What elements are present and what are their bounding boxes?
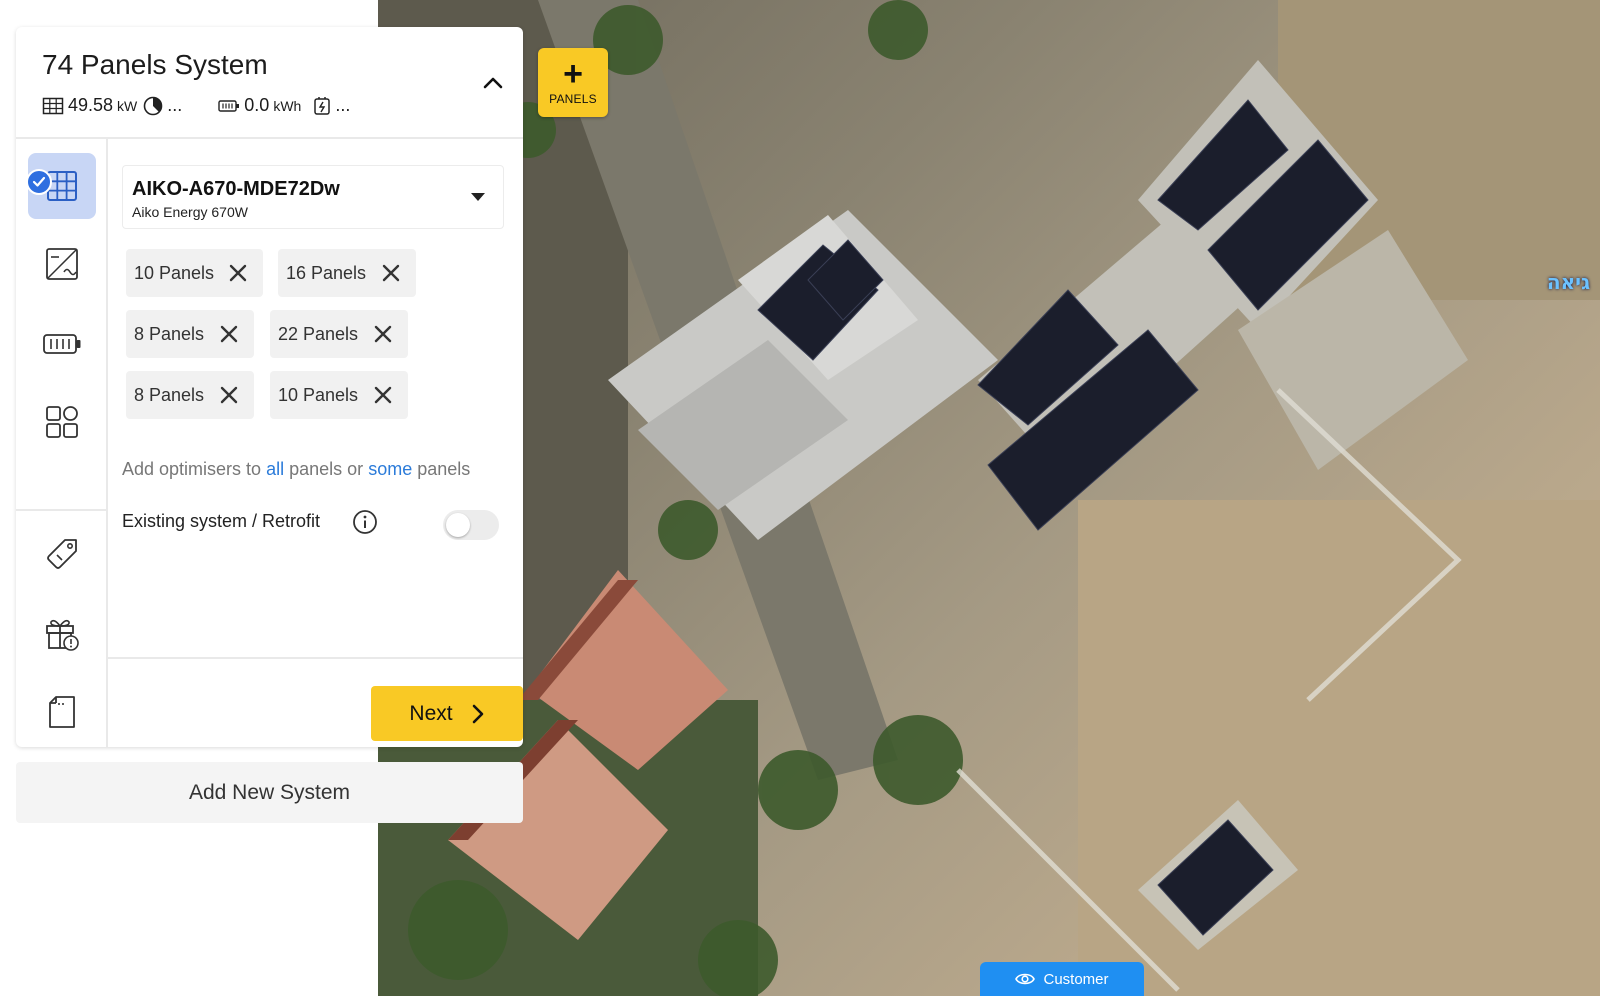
- footer-divider: [108, 657, 523, 659]
- map-imagery: [378, 0, 1600, 996]
- panel-group-chip[interactable]: 10 Panels: [126, 249, 263, 297]
- chevron-up-icon[interactable]: [479, 69, 507, 97]
- retrofit-toggle[interactable]: [443, 510, 499, 540]
- next-button[interactable]: Next: [371, 686, 523, 741]
- panel-group-label: 8 Panels: [134, 323, 205, 344]
- sidebar-item-incentives[interactable]: [28, 601, 96, 667]
- map-place-label: גיאה: [1546, 270, 1590, 294]
- panel-group-chip[interactable]: 10 Panels: [270, 371, 408, 419]
- panel-group-label: 8 Panels: [134, 384, 205, 405]
- close-icon[interactable]: [372, 384, 394, 406]
- production-more[interactable]: ...: [167, 95, 182, 116]
- completed-check-icon: [26, 169, 52, 195]
- sidebar-item-inverter[interactable]: [28, 231, 96, 297]
- price-tag-icon: [47, 539, 77, 569]
- sidebar-item-pricing[interactable]: [28, 521, 96, 587]
- chevron-right-icon: [472, 704, 483, 723]
- gift-icon: [46, 619, 79, 651]
- close-icon[interactable]: [372, 323, 394, 345]
- module-name: AIKO-A670-MDE72Dw: [132, 178, 340, 200]
- power-unit: kW: [117, 97, 138, 114]
- toggle-knob: [446, 513, 470, 537]
- optimisers-prefix: Add optimisers to: [122, 459, 262, 479]
- add-panels-button[interactable]: + PANELS: [538, 48, 608, 117]
- customer-view-button[interactable]: Customer: [980, 962, 1144, 996]
- close-icon[interactable]: [380, 262, 402, 284]
- retrofit-label: Existing system / Retrofit: [122, 511, 321, 531]
- caret-down-icon: [471, 193, 485, 201]
- production-gauge-icon: [143, 96, 163, 115]
- charger-icon: [314, 96, 331, 115]
- system-header: 74 Panels System 49.58 kW ... 0.0 kWh ..…: [16, 27, 523, 139]
- sidebar-item-documents[interactable]: [28, 679, 96, 745]
- plus-icon: +: [563, 55, 583, 93]
- system-title: 74 Panels System: [42, 49, 268, 80]
- customer-view-label: Customer: [1043, 970, 1109, 988]
- close-icon[interactable]: [218, 384, 240, 406]
- panel-group-chip[interactable]: 8 Panels: [126, 371, 254, 419]
- module-subtitle: Aiko Energy 670W: [132, 204, 248, 220]
- all-panels-link[interactable]: all: [266, 459, 284, 479]
- panel-group-label: 22 Panels: [278, 323, 359, 344]
- battery-icon: [43, 334, 81, 354]
- add-panels-label: PANELS: [549, 92, 597, 106]
- system-stats: 49.58 kW ... 0.0 kWh ...: [42, 95, 350, 116]
- charger-more[interactable]: ...: [335, 95, 350, 116]
- document-icon: [49, 696, 75, 728]
- inverter-icon: [46, 248, 78, 280]
- system-card: 74 Panels System 49.58 kW ... 0.0 kWh ..…: [16, 27, 523, 747]
- battery-unit: kWh: [273, 97, 302, 114]
- eye-icon: [1015, 973, 1036, 985]
- satellite-map[interactable]: גיאה: [378, 0, 1600, 996]
- next-label: Next: [409, 701, 453, 725]
- panel-group-chip[interactable]: 8 Panels: [126, 310, 254, 358]
- add-new-system-button[interactable]: Add New System: [16, 762, 523, 823]
- panel-group-chip[interactable]: 22 Panels: [270, 310, 408, 358]
- close-icon[interactable]: [227, 262, 249, 284]
- panel-group-label: 16 Panels: [286, 262, 367, 283]
- sidebar-item-components[interactable]: [28, 389, 96, 455]
- close-icon[interactable]: [218, 323, 240, 345]
- optimisers-text: Add optimisers to all panels or some pan…: [122, 459, 470, 480]
- sidebar-item-battery[interactable]: [28, 311, 96, 377]
- grid-squares-icon: [46, 406, 78, 438]
- optimisers-middle: panels or: [289, 459, 364, 479]
- optimisers-suffix: panels: [417, 459, 471, 479]
- power-value: 49.58: [68, 95, 114, 115]
- panel-group-label: 10 Panels: [278, 384, 359, 405]
- solar-grid-icon: [42, 97, 64, 114]
- some-panels-link[interactable]: some: [368, 459, 412, 479]
- system-sidebar: [16, 139, 108, 747]
- battery-value: 0.0: [244, 95, 270, 115]
- panels-step-content: AIKO-A670-MDE72Dw Aiko Energy 670W 10 Pa…: [108, 139, 523, 747]
- panel-group-chip[interactable]: 16 Panels: [278, 249, 416, 297]
- info-icon[interactable]: [352, 509, 378, 535]
- module-select[interactable]: AIKO-A670-MDE72Dw Aiko Energy 670W: [122, 165, 504, 229]
- panel-group-label: 10 Panels: [134, 262, 215, 283]
- sidebar-divider: [16, 509, 108, 511]
- battery-icon: [218, 99, 240, 112]
